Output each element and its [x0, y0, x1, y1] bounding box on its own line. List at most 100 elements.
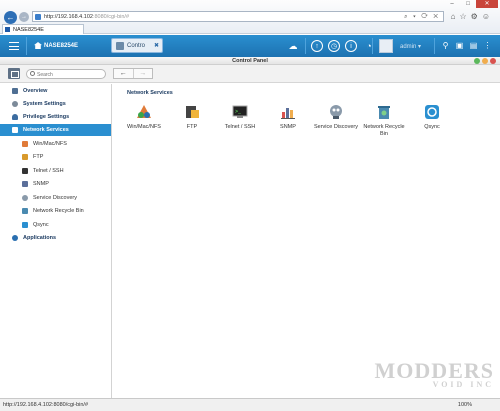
close-window-icon[interactable]: [490, 58, 496, 64]
browser-status-bar: http://192.168.4.102:8080/cgi-bin/# 100%: [0, 398, 500, 411]
maximize-button[interactable]: □: [460, 0, 476, 8]
sidebar-item-snmp[interactable]: SNMP: [0, 178, 111, 190]
svg-text:>_: >_: [235, 109, 242, 115]
app-qsync[interactable]: Qsync: [409, 104, 455, 131]
minimize-button[interactable]: –: [444, 0, 460, 8]
overview-icon: [12, 88, 18, 94]
maximize-window-icon[interactable]: [482, 58, 488, 64]
qsync-icon: [424, 104, 440, 120]
window-title: Control Panel: [232, 58, 268, 64]
win-mac-nfs-icon: [136, 104, 152, 120]
dashboard-icon[interactable]: ◔: [362, 39, 376, 53]
home-grid-button[interactable]: [8, 68, 20, 79]
cloud-icon[interactable]: ☁: [286, 39, 300, 53]
app-win-mac-nfs[interactable]: Win/Mac/NFS: [121, 104, 167, 131]
status-url: http://192.168.4.102:8080/cgi-bin/#: [3, 402, 89, 408]
app-label: Network Recycle Bin: [363, 124, 405, 137]
divider: [372, 38, 373, 54]
forward-button[interactable]: →: [132, 69, 153, 78]
terminal-icon: [22, 168, 28, 174]
sidebar-item-system-settings[interactable]: System Settings: [0, 98, 111, 110]
overview-icon[interactable]: ▣: [454, 40, 465, 51]
sidebar: Overview System Settings Privilege Setti…: [0, 84, 112, 398]
browser-forward-button[interactable]: →: [19, 12, 29, 22]
browser-tab-title: NASE8254E: [13, 27, 44, 33]
username[interactable]: admin ▾: [400, 43, 421, 50]
ftp-icon: [184, 104, 200, 120]
service-discovery-icon: [22, 195, 28, 201]
browser-toolbar-icons[interactable]: ⌂☆⚙☺: [451, 12, 494, 21]
more-icon[interactable]: ⋮: [482, 40, 493, 51]
search-icon: [30, 71, 35, 76]
app-service-discovery[interactable]: Service Discovery: [313, 104, 359, 131]
window-controls: – □ ✕: [444, 0, 498, 8]
control-panel-icon: [116, 42, 124, 50]
app-tab-label: Contro: [127, 43, 146, 49]
app-label: Win/Mac/NFS: [127, 124, 161, 130]
snmp-icon: [22, 181, 28, 187]
address-url: http://192.168.4.102:8080/cgi-bin/#: [44, 14, 130, 20]
info-icon[interactable]: i: [345, 40, 357, 52]
upload-icon[interactable]: ↑: [311, 40, 323, 52]
sidebar-item-overview[interactable]: Overview: [0, 85, 111, 97]
gear-icon: [12, 101, 18, 107]
divider: [434, 38, 435, 54]
sidebar-item-network-recycle-bin[interactable]: Network Recycle Bin: [0, 205, 111, 217]
recycle-bin-icon: [22, 208, 28, 214]
window-buttons: [474, 58, 496, 64]
top-icon-group: ☁ ↑ ◷ i ◔: [286, 38, 376, 54]
app-label: Telnet / SSH: [224, 124, 256, 130]
main-menu-icon[interactable]: [9, 42, 19, 50]
app-label: Service Discovery: [313, 124, 358, 130]
app-label: FTP: [186, 124, 198, 130]
ftp-icon: [22, 154, 28, 160]
sidebar-item-win-mac-nfs[interactable]: Win/Mac/NFS: [0, 138, 111, 150]
app-snmp[interactable]: SNMP: [265, 104, 311, 131]
window-header: Control Panel: [0, 57, 500, 65]
sidebar-item-service-discovery[interactable]: Service Discovery: [0, 192, 111, 204]
sidebar-item-qsync[interactable]: Qsync: [0, 219, 111, 231]
right-icon-group: ⚲ ▣ ▤ ⋮: [440, 40, 493, 51]
qts-topbar: NASE8254E Contro ✖ ☁ ↑ ◷ i ◔ admin ▾ ⚲ ▣…: [0, 35, 500, 57]
browser-tab[interactable]: NASE8254E: [2, 24, 84, 34]
nas-name[interactable]: NASE8254E: [44, 43, 78, 49]
watermark-logo: MODDERS VOID INC: [374, 358, 494, 389]
search-icon[interactable]: ⚲: [440, 40, 451, 51]
browser-back-button[interactable]: ←: [4, 11, 17, 24]
zoom-level[interactable]: 100%: [458, 402, 472, 408]
avatar[interactable]: [379, 39, 393, 53]
history-nav: ← →: [113, 68, 153, 79]
search-input[interactable]: [37, 71, 101, 78]
sidebar-item-privilege-settings[interactable]: Privilege Settings: [0, 111, 111, 123]
minimize-window-icon[interactable]: [474, 58, 480, 64]
app-ftp[interactable]: FTP: [169, 104, 215, 131]
app-label: Qsync: [424, 124, 440, 130]
back-button[interactable]: ←: [114, 69, 133, 78]
app-label: SNMP: [280, 124, 296, 130]
tab-favicon-icon: [5, 27, 10, 32]
sidebar-item-network-services[interactable]: Network Services: [0, 124, 111, 136]
terminal-icon: >_: [232, 104, 248, 120]
clock-icon[interactable]: ◷: [328, 40, 340, 52]
user-icon: [12, 114, 18, 120]
control-panel-toolbar: ← →: [0, 65, 500, 83]
snmp-icon: [280, 104, 296, 120]
address-bar[interactable]: http://192.168.4.102:8080/cgi-bin/# ⌕ ▾ …: [32, 11, 444, 22]
section-title: Network Services: [127, 90, 173, 96]
control-panel-tab[interactable]: Contro ✖: [111, 38, 163, 53]
search-box[interactable]: [26, 69, 106, 79]
network-icon: [12, 127, 18, 133]
sidebar-item-ftp[interactable]: FTP: [0, 151, 111, 163]
app-network-recycle-bin[interactable]: Network Recycle Bin: [361, 104, 407, 137]
sidebar-item-applications[interactable]: Applications: [0, 232, 111, 244]
divider: [305, 38, 306, 54]
app-telnet-ssh[interactable]: >_ Telnet / SSH: [217, 104, 263, 131]
sidebar-item-telnet-ssh[interactable]: Telnet / SSH: [0, 165, 111, 177]
win-mac-nfs-icon: [22, 141, 28, 147]
monitor-icon[interactable]: ▤: [468, 40, 479, 51]
close-tab-icon[interactable]: ✖: [154, 42, 159, 49]
applications-icon: [12, 235, 18, 241]
home-icon[interactable]: [34, 42, 42, 49]
close-button[interactable]: ✕: [476, 0, 498, 8]
address-tools-icons[interactable]: ⌕ ▾ ⟳ ✕: [404, 14, 440, 21]
